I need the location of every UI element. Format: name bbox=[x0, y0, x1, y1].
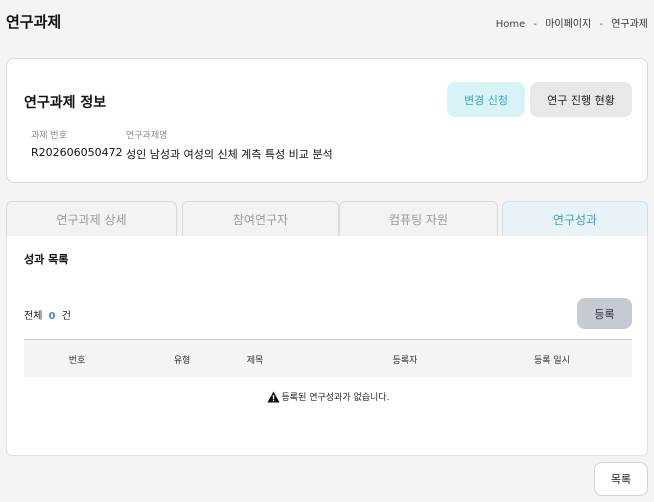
list-button[interactable]: 목록 bbox=[594, 462, 648, 496]
tab-participants[interactable]: 참여연구자 bbox=[182, 201, 339, 237]
column-number: 번호 bbox=[68, 356, 86, 366]
breadcrumb-current: 연구과제 bbox=[611, 19, 648, 30]
breadcrumb-separator: - bbox=[533, 19, 538, 30]
project-number-label: 과제 번호 bbox=[31, 131, 67, 141]
tab-project-detail[interactable]: 연구과제 상세 bbox=[6, 201, 177, 237]
breadcrumb-mypage[interactable]: 마이페이지 bbox=[545, 15, 591, 30]
breadcrumb-separator: - bbox=[599, 19, 603, 30]
empty-message: 등록된 연구성과가 없습니다. bbox=[281, 393, 390, 403]
tab-bar: 연구과제 상세 참여연구자 컴퓨팅 자원 연구성과 bbox=[6, 201, 648, 237]
tab-computing-resources[interactable]: 컴퓨팅 자원 bbox=[339, 201, 498, 237]
column-title: 제목 bbox=[246, 356, 264, 366]
progress-status-button[interactable]: 연구 진행 현황 bbox=[530, 82, 632, 117]
results-table-header: 번호 유형 제목 등록자 등록 일시 bbox=[24, 339, 632, 377]
page-title: 연구과제 bbox=[6, 13, 62, 31]
project-name-label: 연구과제명 bbox=[126, 131, 168, 141]
warning-icon bbox=[266, 390, 280, 403]
register-button[interactable]: 등록 bbox=[577, 298, 632, 329]
project-info-card: 연구과제 정보 변경 신청 연구 진행 현황 과제 번호 연구과제명 R2026… bbox=[6, 58, 648, 183]
project-number-value: R202606050472 bbox=[31, 146, 123, 159]
column-registered-at: 등록 일시 bbox=[534, 356, 570, 366]
column-registrant: 등록자 bbox=[392, 356, 418, 366]
total-suffix: 건 bbox=[61, 311, 71, 322]
total-count-value: 0 bbox=[48, 311, 56, 322]
total-count: 전체 0 건 bbox=[24, 307, 71, 322]
change-request-button[interactable]: 변경 신청 bbox=[447, 82, 525, 117]
total-prefix: 전체 bbox=[24, 311, 43, 322]
breadcrumb-home[interactable]: Home bbox=[496, 19, 526, 30]
breadcrumb: Home - 마이페이지 - 연구과제 bbox=[496, 15, 648, 30]
empty-state: 등록된 연구성과가 없습니다. bbox=[24, 390, 632, 403]
results-section-title: 성과 목록 bbox=[24, 253, 69, 266]
column-type: 유형 bbox=[173, 356, 191, 366]
project-name-value: 성인 남성과 여성의 신체 계측 특성 비교 분석 bbox=[126, 148, 333, 161]
results-panel: 성과 목록 전체 0 건 등록 번호 유형 제목 등록자 등록 일시 등록된 연… bbox=[6, 236, 648, 456]
tab-research-results[interactable]: 연구성과 bbox=[502, 201, 648, 237]
project-info-title: 연구과제 정보 bbox=[24, 95, 107, 111]
